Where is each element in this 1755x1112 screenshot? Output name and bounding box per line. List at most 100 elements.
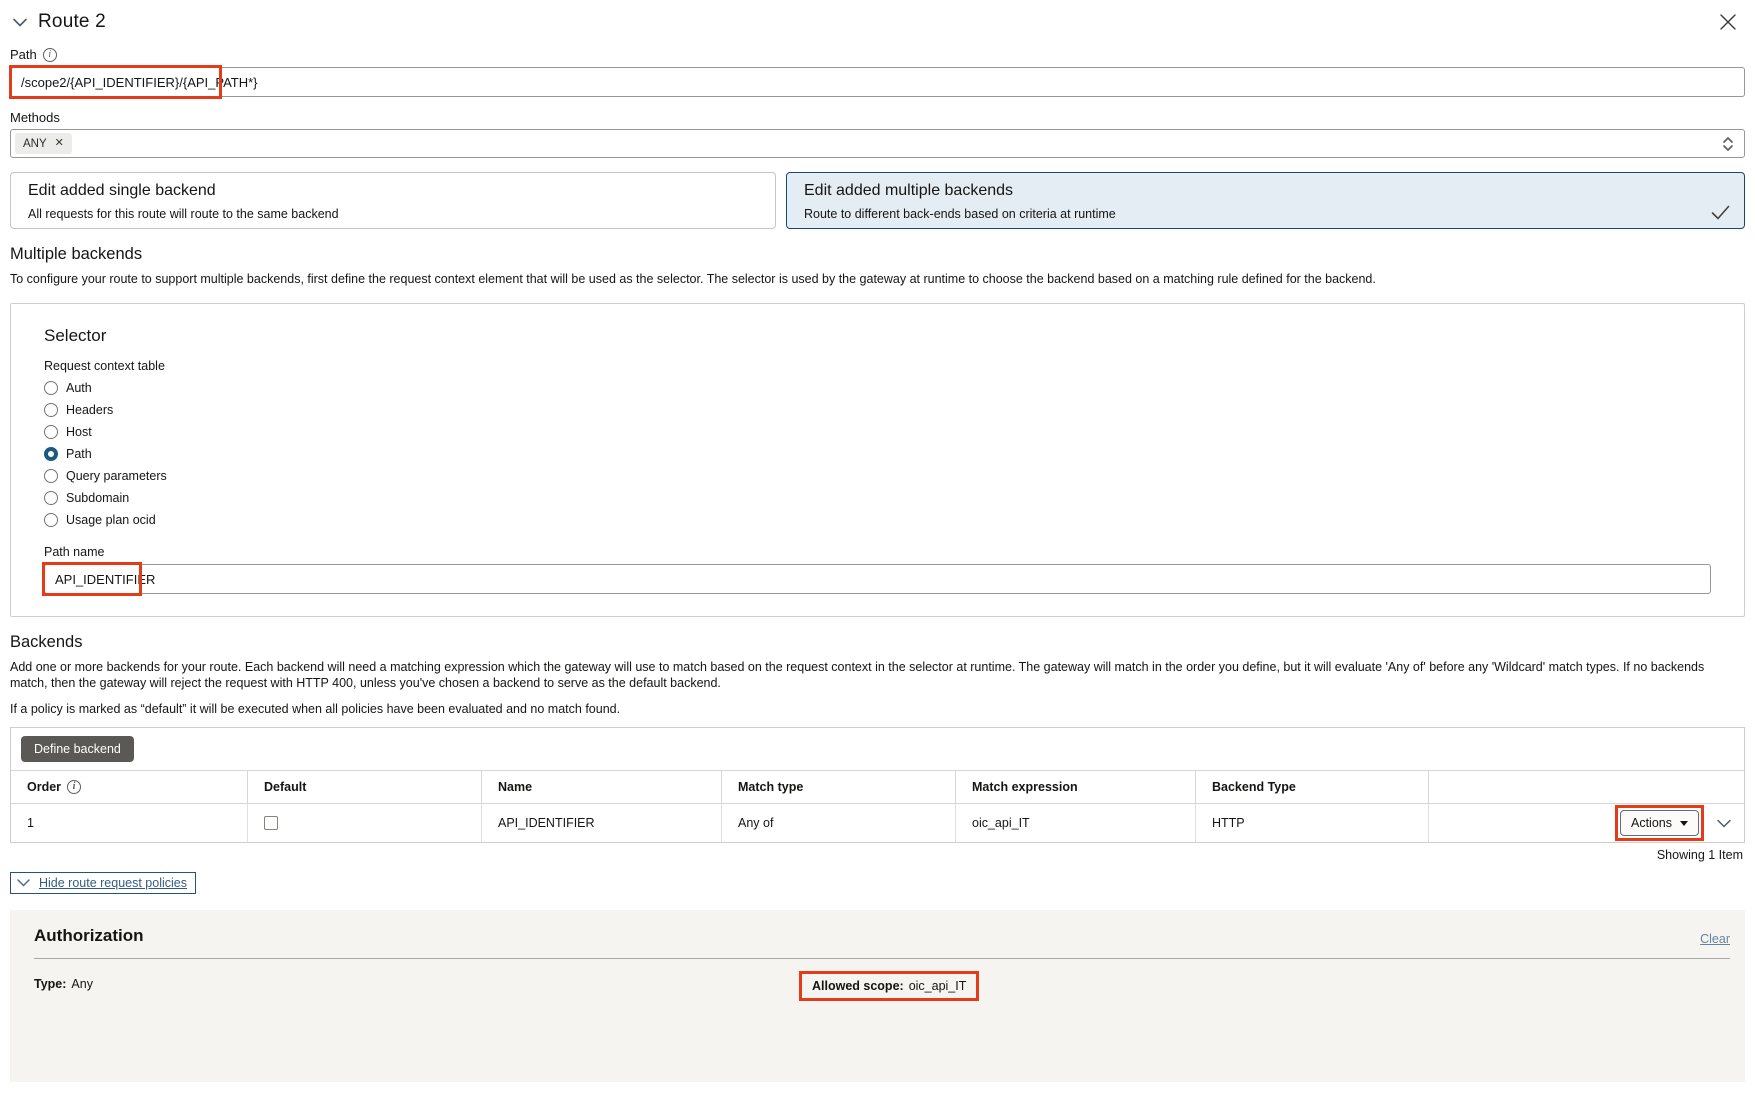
- selected-check-icon: [1711, 205, 1730, 220]
- cell-backend-type: HTTP: [1196, 804, 1429, 842]
- method-chip-label: ANY: [23, 138, 47, 150]
- multiple-backends-card[interactable]: Edit added multiple backends Route to di…: [786, 172, 1745, 229]
- column-header-match-type: Match type: [722, 771, 956, 803]
- actions-button[interactable]: Actions: [1620, 810, 1699, 836]
- column-header-actions: [1429, 771, 1744, 803]
- chip-remove-x-icon[interactable]: ✕: [55, 138, 64, 149]
- radio-label: Headers: [66, 403, 113, 417]
- hide-route-request-policies-link[interactable]: Hide route request policies: [10, 872, 196, 894]
- auth-type-label: Type:: [34, 977, 66, 991]
- multiple-backends-card-title: Edit added multiple backends: [804, 182, 1727, 200]
- column-header-order: Order i: [11, 771, 248, 803]
- actions-button-label: Actions: [1631, 816, 1672, 830]
- column-header-default: Default: [248, 771, 482, 803]
- backends-description-1: Add one or more backends for your route.…: [10, 659, 1745, 691]
- method-chip: ANY ✕: [15, 133, 72, 154]
- default-checkbox[interactable]: [264, 816, 278, 830]
- radio-label: Auth: [66, 381, 92, 395]
- link-chevron-down-icon: [17, 879, 30, 887]
- cell-match-type: Any of: [722, 804, 956, 842]
- cell-default: [248, 804, 482, 842]
- path-name-input[interactable]: [44, 564, 1711, 594]
- radio-label: Subdomain: [66, 491, 129, 505]
- cell-actions: Actions: [1429, 804, 1744, 842]
- route-title: Route 2: [38, 11, 106, 33]
- radio-label: Path: [66, 447, 92, 461]
- authorization-divider: [34, 958, 1730, 959]
- radio-option-query-parameters[interactable]: Query parameters: [44, 468, 1711, 483]
- multiple-backends-card-subtitle: Route to different back-ends based on cr…: [804, 207, 1727, 221]
- selector-heading: Selector: [44, 326, 1711, 346]
- radio-label: Usage plan ocid: [66, 513, 156, 527]
- cell-name: API_IDENTIFIER: [482, 804, 722, 842]
- clear-link[interactable]: Clear: [1700, 932, 1730, 946]
- multiple-backends-heading: Multiple backends: [10, 245, 1745, 264]
- column-header-backend-type: Backend Type: [1196, 771, 1429, 803]
- hide-policies-link-label: Hide route request policies: [39, 876, 187, 890]
- radio-option-auth[interactable]: Auth: [44, 380, 1711, 395]
- authorization-header: Authorization Clear: [34, 926, 1730, 946]
- auth-type: Type: Any: [34, 977, 93, 991]
- collapse-route-chevron-down-icon[interactable]: [10, 12, 30, 32]
- path-label-row: Path i: [10, 47, 1745, 62]
- authorization-panel: Authorization Clear Type: Any Allowed sc…: [10, 910, 1745, 1082]
- radio-label: Query parameters: [66, 469, 167, 483]
- path-info-icon[interactable]: i: [43, 48, 57, 62]
- table-row: 1 API_IDENTIFIER Any of oic_api_IT HTTP …: [11, 804, 1744, 842]
- backends-table-header: Order i Default Name Match type Match ex…: [11, 770, 1744, 804]
- auth-type-value: Any: [71, 977, 93, 991]
- radio-label: Host: [66, 425, 92, 439]
- radio-icon[interactable]: [44, 469, 58, 483]
- backend-mode-cards: Edit added single backend All requests f…: [10, 172, 1745, 229]
- radio-option-subdomain[interactable]: Subdomain: [44, 490, 1711, 505]
- radio-icon[interactable]: [44, 381, 58, 395]
- cell-order: 1: [11, 804, 248, 842]
- route-editor-page: Route 2 Path i Methods ANY ✕ Edit added …: [0, 10, 1755, 1112]
- caret-down-icon: [1680, 821, 1688, 826]
- table-footer-count: Showing 1 Item: [10, 848, 1745, 862]
- radio-option-usage-plan-ocid[interactable]: Usage plan ocid: [44, 512, 1711, 527]
- column-header-name: Name: [482, 771, 722, 803]
- backends-table-toolbar: Define backend: [11, 728, 1744, 770]
- radio-option-path[interactable]: Path: [44, 446, 1711, 461]
- order-info-icon[interactable]: i: [67, 780, 81, 794]
- single-backend-card-subtitle: All requests for this route will route t…: [28, 207, 758, 221]
- single-backend-card-title: Edit added single backend: [28, 182, 758, 200]
- multiple-backends-description: To configure your route to support multi…: [10, 271, 1745, 287]
- methods-label: Methods: [10, 110, 60, 125]
- backends-table-panel: Define backend Order i Default Name Matc…: [10, 727, 1745, 843]
- selector-panel: Selector Request context table Auth Head…: [10, 303, 1745, 617]
- radio-option-host[interactable]: Host: [44, 424, 1711, 439]
- radio-option-headers[interactable]: Headers: [44, 402, 1711, 417]
- radio-icon[interactable]: [44, 491, 58, 505]
- path-input[interactable]: [10, 67, 1745, 97]
- route-header: Route 2: [10, 10, 1745, 34]
- radio-icon[interactable]: [44, 513, 58, 527]
- define-backend-button[interactable]: Define backend: [21, 736, 134, 762]
- methods-select[interactable]: ANY ✕: [10, 129, 1745, 158]
- allowed-scope-label: Allowed scope:: [812, 979, 904, 993]
- radio-icon[interactable]: [44, 403, 58, 417]
- path-name-label: Path name: [44, 545, 1711, 559]
- authorization-heading: Authorization: [34, 926, 144, 946]
- radio-icon[interactable]: [44, 425, 58, 439]
- radio-icon[interactable]: [44, 447, 58, 461]
- actions-annotation-box: Actions: [1615, 805, 1704, 841]
- backends-heading: Backends: [10, 633, 1745, 652]
- allowed-scope-value: oic_api_IT: [909, 979, 967, 993]
- backends-description-2: If a policy is marked as “default” it wi…: [10, 701, 1745, 717]
- single-backend-card[interactable]: Edit added single backend All requests f…: [10, 172, 776, 229]
- path-input-wrap: [10, 67, 1745, 97]
- close-icon[interactable]: [1717, 11, 1739, 33]
- column-header-match-expression: Match expression: [956, 771, 1196, 803]
- request-context-table-label: Request context table: [44, 359, 1711, 373]
- column-header-label: Order: [27, 780, 61, 794]
- authorization-values-row: Type: Any Allowed scope: oic_api_IT: [34, 977, 1730, 1007]
- methods-label-row: Methods: [10, 110, 1745, 125]
- cell-match-expression: oic_api_IT: [956, 804, 1196, 842]
- select-spinner-icon[interactable]: [1722, 136, 1734, 152]
- path-name-input-wrap: [44, 564, 1711, 594]
- row-expand-chevron-down-icon[interactable]: [1714, 813, 1734, 833]
- allowed-scope-annotation-box: Allowed scope: oic_api_IT: [799, 971, 979, 1001]
- path-label: Path: [10, 47, 37, 62]
